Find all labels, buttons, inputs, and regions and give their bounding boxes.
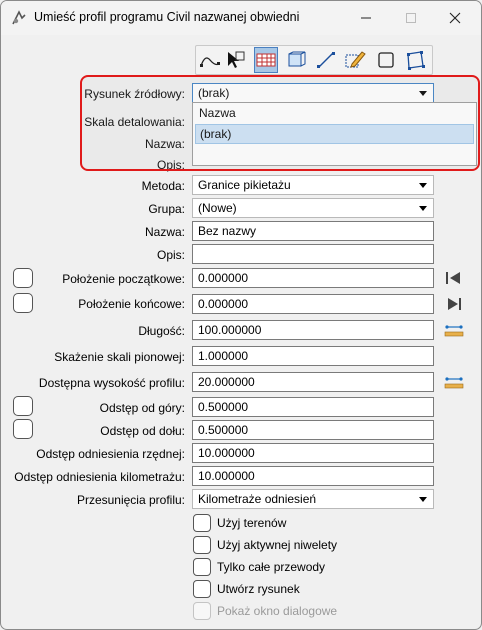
highlight-box [80,75,480,171]
use-active-grade-label: Użyj aktywnej niwelety [217,538,338,552]
end-position-field[interactable]: 0.000000 [192,294,434,314]
group-label: Grupa: [148,202,185,216]
profile-curve-icon [200,57,220,67]
close-icon [449,12,461,24]
chevron-down-icon [419,206,427,211]
start-position-lock-checkbox[interactable] [13,268,33,288]
dialog-window: Umieść profil programu Civil nazwanej ob… [0,0,482,630]
vertical-scale-field[interactable]: 1.000000 [192,346,434,366]
length-label: Długość: [138,324,185,338]
profile-shift-label: Przesunięcia profilu: [76,493,185,507]
create-drawing-label: Utwórz rysunek [217,582,300,596]
chainage-offset-label: Odstęp odniesienia kilometrażu: [14,470,185,484]
minimize-button[interactable] [344,5,388,31]
toolbar-select-button[interactable] [223,47,247,73]
chainage-offset-field[interactable]: 10.000000 [192,466,434,486]
go-to-end-icon[interactable] [444,296,464,312]
toolbar-pencil-button[interactable] [343,47,367,73]
top-offset-field[interactable]: 0.500000 [192,397,434,417]
start-position-label: Położenie początkowe: [62,272,185,286]
civil-app-icon [12,10,26,25]
bottom-offset-label: Odstęp od dołu: [100,424,185,438]
description-label: Opis: [156,248,185,262]
start-position-field[interactable]: 0.000000 [192,268,434,288]
toolbar-square-button[interactable] [374,47,398,73]
window-title: Umieść profil programu Civil nazwanej ob… [34,10,300,24]
square-icon [378,52,394,68]
toolbar-grid-button[interactable] [254,47,278,73]
use-terrain-checkbox[interactable] [193,514,211,532]
name-field[interactable]: Bez nazwy [192,221,434,241]
close-button[interactable] [433,5,477,31]
select-arrow-icon [228,51,245,68]
method-value: Granice pikietażu [198,178,291,192]
profile-shift-combo[interactable]: Kilometraże odniesień [192,489,434,509]
title-bar: Umieść profil programu Civil nazwanej ob… [1,1,481,35]
ordinate-offset-label: Odstęp odniesienia rzędnej: [36,447,185,461]
bottom-offset-field[interactable]: 0.500000 [192,420,434,440]
method-combo[interactable]: Granice pikietażu [192,175,434,195]
whole-pipes-checkbox[interactable] [193,558,211,576]
end-position-label: Położenie końcowe: [78,297,185,311]
measure-height-icon[interactable] [444,374,464,390]
toolbar-profile-button[interactable] [198,47,222,73]
maximize-icon [406,13,416,23]
ordinate-offset-field[interactable]: 10.000000 [192,443,434,463]
toolbar-cube-button[interactable] [285,47,309,73]
cube-view-icon [288,51,306,67]
go-to-start-icon[interactable] [444,270,464,286]
profile-height-label: Dostępna wysokość profilu: [38,376,185,390]
bottom-offset-lock-checkbox[interactable] [13,419,33,439]
grid-table-icon [256,53,276,67]
maximize-button[interactable] [389,5,433,31]
use-terrain-label: Użyj terenów [217,516,287,530]
measure-length-icon[interactable] [444,322,464,338]
chevron-down-icon [419,497,427,502]
create-drawing-checkbox[interactable] [193,580,211,598]
minimize-icon [361,17,371,19]
group-combo[interactable]: (Nowe) [192,198,434,218]
group-value: (Nowe) [198,201,237,215]
profile-shift-value: Kilometraże odniesień [198,492,317,506]
vertical-scale-label: Skażenie skali pionowej: [54,350,185,364]
top-offset-lock-checkbox[interactable] [13,396,33,416]
method-label: Metoda: [141,179,185,193]
end-position-lock-checkbox[interactable] [13,293,33,313]
rotated-square-icon [407,51,425,70]
description-field[interactable] [192,244,434,264]
toolbar-rotated-square-button[interactable] [403,47,427,73]
show-dialog-label: Pokaż okno dialogowe [217,604,338,618]
name-label: Nazwa: [144,225,185,239]
top-offset-label: Odstęp od góry: [99,401,185,415]
length-field[interactable]: 100.000000 [192,320,434,340]
chevron-down-icon [419,183,427,188]
show-dialog-checkbox[interactable] [193,602,211,620]
profile-height-field[interactable]: 20.000000 [192,372,434,392]
pencil-icon [345,51,366,68]
line-segment-icon [317,52,335,68]
whole-pipes-label: Tylko całe przewody [217,560,326,574]
toolbar-line-button[interactable] [314,47,338,73]
use-active-grade-checkbox[interactable] [193,536,211,554]
